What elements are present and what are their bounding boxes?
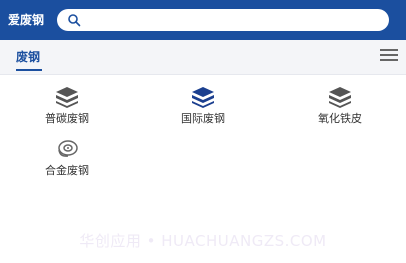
steel-stack-icon [329, 87, 351, 108]
search-box[interactable] [57, 9, 389, 31]
category-international-scrap[interactable]: 国际废钢 [158, 86, 248, 132]
category-alloy-scrap[interactable]: 合金废钢 [22, 138, 112, 184]
category-label: 氧化铁皮 [318, 112, 362, 125]
category-label: 普碳废钢 [45, 112, 89, 125]
steel-stack-icon [56, 87, 78, 108]
category-iron-oxide-scale[interactable]: 氧化铁皮 [295, 86, 385, 132]
alloy-coil-icon [58, 140, 78, 157]
category-carbon-scrap[interactable]: 普碳废钢 [22, 86, 112, 132]
steel-stack-icon [192, 87, 214, 108]
tab-bar: 废钢 [0, 40, 406, 75]
category-label: 国际废钢 [181, 112, 225, 125]
hamburger-menu-icon[interactable] [380, 47, 398, 63]
watermark-text: 华创应用 • HUACHUANGZS.COM [79, 232, 327, 250]
app-title: 爱废钢 [8, 13, 45, 27]
category-label: 合金废钢 [45, 164, 89, 177]
search-input[interactable] [85, 9, 379, 31]
search-icon [68, 14, 81, 27]
app-header: 爱废钢 [0, 0, 406, 40]
tab-active-indicator [16, 69, 42, 71]
tab-scrap-steel[interactable]: 废钢 [16, 49, 40, 65]
